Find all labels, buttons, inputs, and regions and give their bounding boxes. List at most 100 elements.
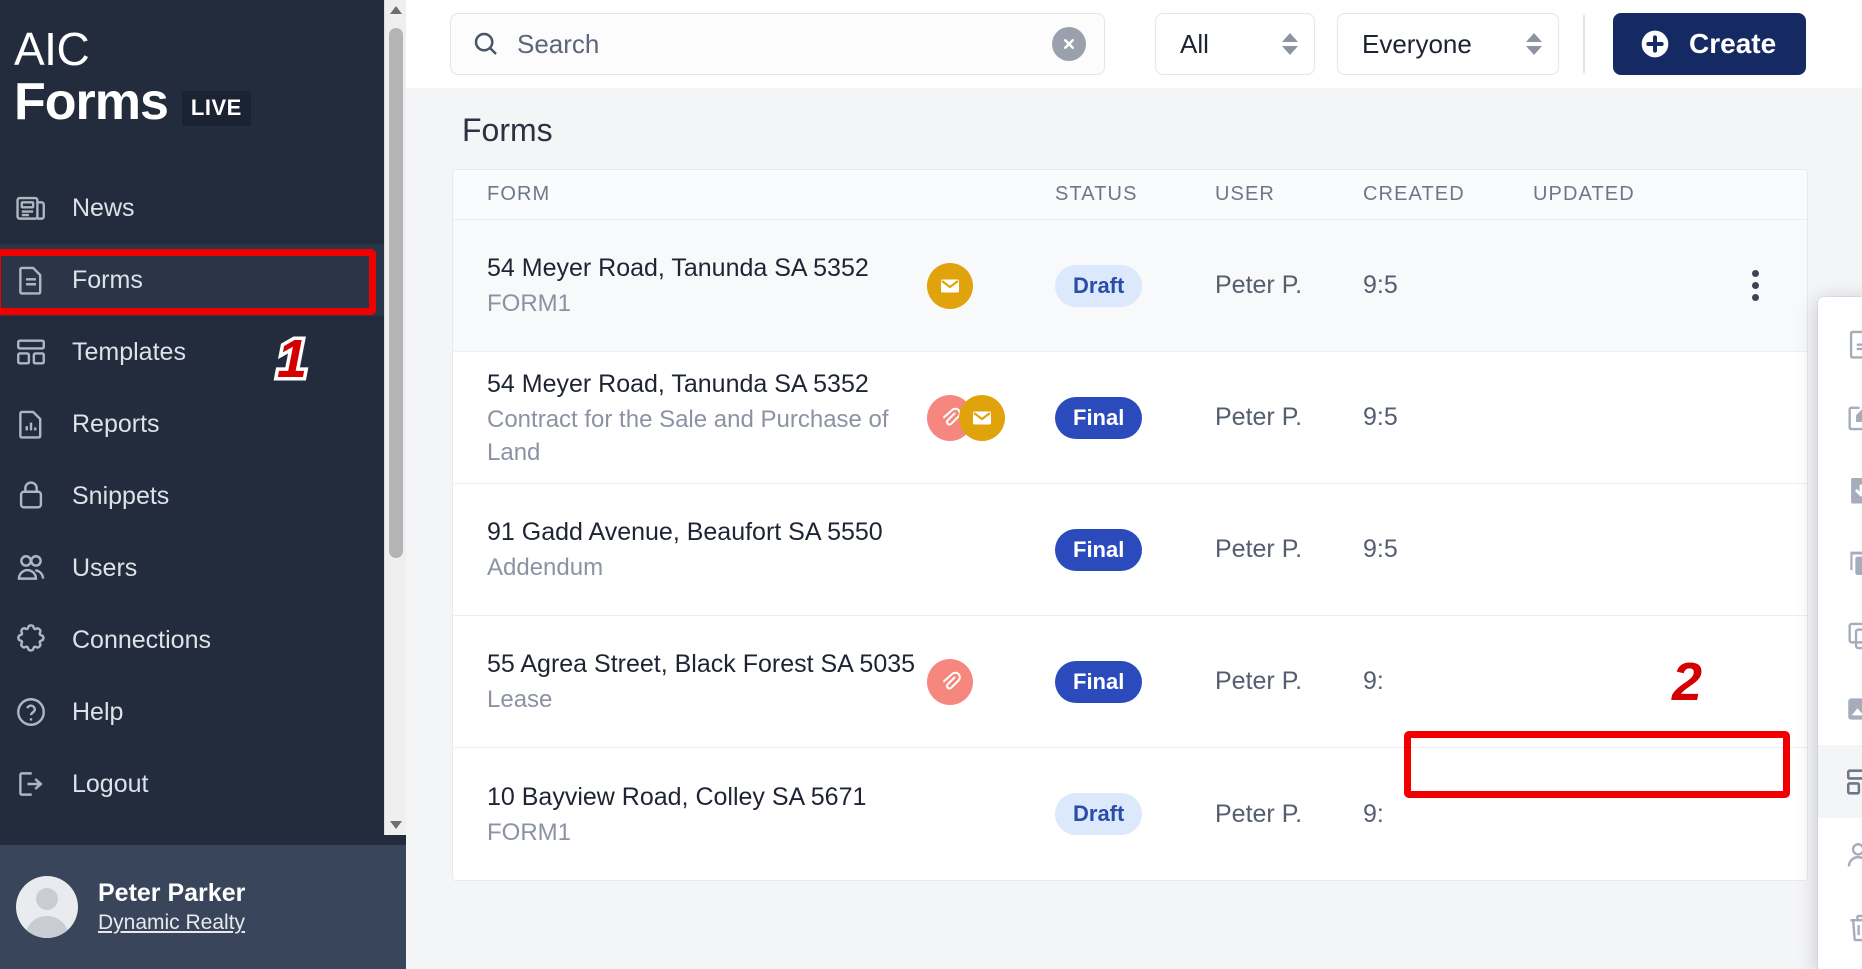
status-badge: Final	[1055, 528, 1143, 571]
user-filter-select[interactable]: Everyone	[1337, 13, 1559, 75]
toolbar: All Everyone Create	[406, 0, 1862, 88]
status-cell: Final	[1055, 660, 1215, 703]
mail-badge-icon	[959, 394, 1005, 441]
duplicate-icon	[1844, 546, 1862, 580]
annotation-step-2: 2	[1668, 652, 1705, 713]
sidebar-item-label: Connections	[72, 625, 211, 654]
user-cell: Peter P.	[1215, 667, 1303, 695]
context-menu-item-new-related[interactable]: New Related	[1818, 599, 1862, 672]
row-actions-cell[interactable]	[1703, 270, 1807, 301]
table-row[interactable]: 54 Meyer Road, Tanunda SA 5352 FORM1 Dra…	[453, 220, 1807, 352]
user-cell: Peter P.	[1215, 403, 1303, 431]
row-context-menu: View Edit Download	[1818, 297, 1862, 969]
form-subtitle: Contract for the Sale and Purchase of La…	[487, 405, 889, 466]
sidebar-item-reports[interactable]: Reports	[0, 388, 406, 460]
column-header-updated[interactable]: UPDATED	[1533, 183, 1703, 206]
form-title: 10 Bayview Road, Colley SA 5671	[487, 782, 867, 811]
sidebar-item-label: Templates	[72, 337, 186, 366]
table-row[interactable]: 91 Gadd Avenue, Beaufort SA 5550 Addendu…	[453, 484, 1807, 616]
form-subtitle: Addendum	[487, 554, 604, 581]
context-menu-item-template[interactable]: Template	[1818, 745, 1862, 818]
sidebar-item-connections[interactable]: Connections	[0, 604, 406, 676]
status-badge: Draft	[1055, 793, 1143, 835]
table-row[interactable]: 10 Bayview Road, Colley SA 5671 FORM1 Dr…	[453, 748, 1807, 880]
sidebar-item-snippets[interactable]: Snippets	[0, 460, 406, 532]
column-header-user[interactable]: USER	[1215, 183, 1363, 206]
table-row[interactable]: 54 Meyer Road, Tanunda SA 5352 Contract …	[453, 352, 1807, 484]
search-icon	[471, 29, 501, 59]
created-cell: 9:5	[1363, 271, 1398, 299]
form-title: 55 Agrea Street, Black Forest SA 5035	[487, 650, 916, 678]
context-menu-item-share[interactable]: Share...	[1818, 818, 1862, 891]
table-header-row: FORM STATUS USER CREATED UPDATED	[453, 170, 1807, 220]
badge-cell	[927, 658, 1055, 705]
sidebar-item-label: Forms	[72, 265, 143, 294]
form-cell[interactable]: 55 Agrea Street, Black Forest SA 5035 Le…	[487, 647, 927, 716]
form-cell[interactable]: 54 Meyer Road, Tanunda SA 5352 Contract …	[487, 367, 927, 469]
profile-org-link[interactable]: Dynamic Realty	[98, 910, 245, 936]
form-cell[interactable]: 54 Meyer Road, Tanunda SA 5352 FORM1	[487, 251, 927, 320]
brand-live-tag: LIVE	[181, 90, 251, 126]
scrollbar-thumb[interactable]	[389, 28, 403, 558]
logout-icon	[14, 767, 48, 801]
chevron-updown-icon	[1282, 33, 1298, 55]
column-header-form[interactable]: FORM	[487, 183, 927, 206]
column-header-status[interactable]: STATUS	[1055, 183, 1215, 206]
download-icon	[1844, 473, 1862, 507]
sidebar-item-help[interactable]: Help	[0, 676, 406, 748]
context-menu-item-photos[interactable]: Photos	[1818, 672, 1862, 745]
share-person-icon	[1844, 838, 1862, 872]
status-filter-value: All	[1180, 28, 1209, 59]
created-cell: 9:5	[1363, 403, 1398, 431]
context-menu-item-delete[interactable]: Delete...	[1818, 891, 1862, 964]
scroll-up-arrow-icon[interactable]	[385, 0, 407, 20]
page-title: Forms	[462, 112, 553, 148]
context-menu-item-edit[interactable]: Edit	[1818, 380, 1862, 453]
sidebar-item-news[interactable]: News	[0, 172, 406, 244]
avatar	[16, 876, 78, 938]
scroll-down-arrow-icon[interactable]	[385, 815, 407, 835]
sidebar-item-templates[interactable]: Templates	[0, 316, 406, 388]
status-cell: Final	[1055, 396, 1215, 439]
form-cell[interactable]: 91 Gadd Avenue, Beaufort SA 5550 Addendu…	[487, 515, 927, 584]
users-icon	[14, 551, 48, 585]
badge-cell	[927, 262, 1055, 309]
create-button[interactable]: Create	[1613, 13, 1807, 75]
sidebar-scrollbar[interactable]	[384, 0, 407, 835]
more-options-icon[interactable]	[1703, 270, 1807, 301]
sidebar-profile[interactable]: Peter Parker Dynamic Realty	[0, 845, 406, 969]
search-box[interactable]	[450, 13, 1105, 75]
sidebar-item-label: Logout	[72, 769, 149, 798]
form-subtitle: Lease	[487, 686, 553, 713]
status-badge: Final	[1055, 660, 1143, 703]
sidebar-nav: News Forms Templates Reports Snippets Us…	[0, 172, 406, 845]
view-document-icon	[1844, 327, 1862, 361]
sidebar-item-label: News	[72, 193, 135, 222]
attachment-badge-icon	[927, 658, 973, 705]
context-menu-item-download[interactable]: Download	[1818, 453, 1862, 526]
context-menu-item-duplicate[interactable]: Duplicate	[1818, 526, 1862, 599]
brand-aic-text: AIC	[14, 23, 90, 75]
context-menu-item-view[interactable]: View	[1818, 307, 1862, 380]
news-icon	[14, 191, 48, 225]
clear-search-icon[interactable]	[1052, 27, 1086, 61]
sidebar-item-users[interactable]: Users	[0, 532, 406, 604]
sidebar-item-forms[interactable]: Forms	[0, 244, 406, 316]
created-cell: 9:	[1363, 799, 1384, 828]
status-filter-select[interactable]: All	[1155, 13, 1315, 75]
sidebar-item-label: Users	[72, 553, 138, 582]
sidebar-item-label: Reports	[72, 409, 160, 438]
content-area: Forms FORM STATUS USER CREATED UPDATED 5…	[406, 88, 1862, 881]
column-header-created[interactable]: CREATED	[1363, 183, 1533, 206]
table-row[interactable]: 55 Agrea Street, Black Forest SA 5035 Le…	[453, 616, 1807, 748]
badge-cell	[927, 394, 1055, 441]
form-cell[interactable]: 10 Bayview Road, Colley SA 5671 FORM1	[487, 780, 927, 849]
user-cell: Peter P.	[1215, 535, 1303, 563]
main-area: All Everyone Create Forms	[406, 0, 1862, 969]
search-input[interactable]	[517, 28, 1036, 60]
sidebar-item-label: Snippets	[72, 481, 170, 510]
sidebar-item-logout[interactable]: Logout	[0, 748, 406, 820]
trash-icon	[1844, 911, 1862, 945]
status-cell: Final	[1055, 528, 1215, 571]
form-title: 54 Meyer Road, Tanunda SA 5352	[487, 369, 869, 398]
